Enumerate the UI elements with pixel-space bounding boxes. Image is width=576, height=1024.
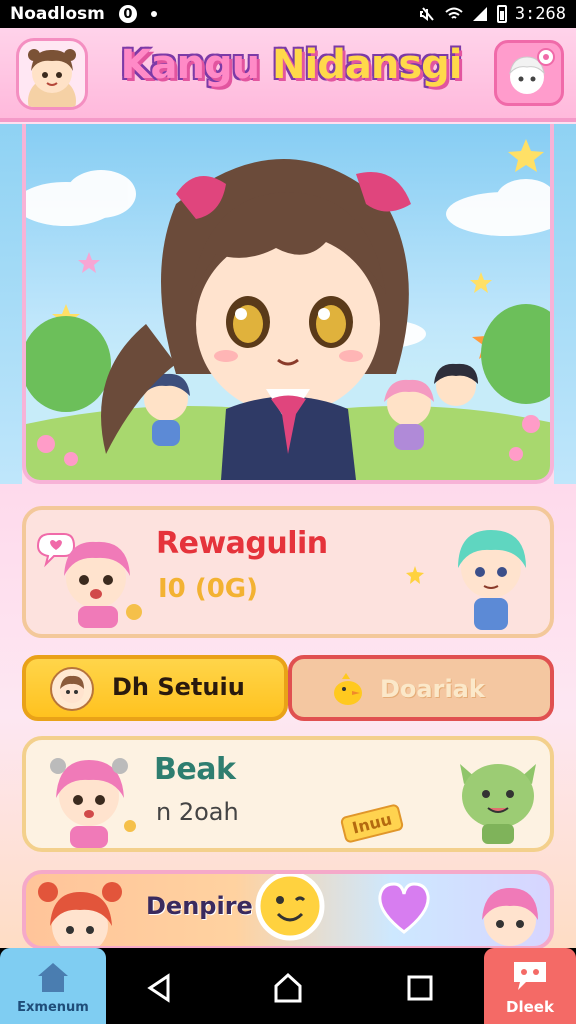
notification-dot-icon	[150, 11, 157, 17]
action-buttons: Dh Setuiu Doariak	[22, 655, 554, 721]
pink-girl-icon	[50, 758, 136, 848]
nav-home-label: Exmenum	[17, 1000, 89, 1015]
pink-girl-waving-icon	[36, 533, 142, 628]
red-hair-girl-icon	[38, 882, 122, 946]
boy-avatar-icon	[50, 667, 94, 711]
signal-icon	[472, 7, 487, 21]
reward-title: Rewagulin	[156, 526, 328, 561]
title-part-2: Nidansgi	[272, 42, 462, 88]
title-part-1: Kangu	[120, 42, 261, 88]
status-bar: Noadlosm 0 3:268	[0, 0, 576, 28]
bottom-card[interactable]: Denpire	[22, 870, 554, 950]
smiley-icon[interactable]	[254, 870, 326, 942]
status-carrier: Noadlosm	[10, 4, 105, 24]
hero-banner	[22, 124, 554, 484]
reward-card[interactable]: Rewagulin I0 (0G)	[22, 506, 554, 638]
teal-boy-icon	[458, 530, 526, 630]
settings-button[interactable]: Dh Setuiu	[22, 655, 288, 721]
hero-side-right	[554, 124, 576, 484]
bottom-title: Denpire	[146, 892, 253, 920]
status-badge: 0	[118, 5, 137, 23]
battery-icon	[496, 5, 507, 23]
status-time: 3:268	[514, 4, 566, 24]
home-icon	[38, 963, 68, 992]
break-subtitle: n 2oah	[156, 798, 239, 826]
hero-side-left	[0, 124, 22, 484]
break-title: Beak	[154, 752, 236, 787]
bottom-nav: Exmenum Dleek	[0, 948, 576, 1024]
nav-dleek-button[interactable]: Dleek	[484, 948, 576, 1024]
wifi-icon	[445, 7, 463, 19]
break-tag: Inuu	[339, 803, 405, 844]
nav-dleek-label: Dleek	[506, 998, 554, 1016]
mute-icon	[419, 7, 434, 21]
dark-mode-label: Doariak	[380, 675, 485, 703]
app-title: Kangu Nidansgi	[106, 42, 476, 88]
recents-icon[interactable]	[402, 970, 438, 1006]
break-card[interactable]: Beak n 2oah Inuu	[22, 736, 554, 852]
anime-girl-hero-scene	[26, 139, 550, 480]
app-header: Kangu Nidansgi	[0, 28, 576, 122]
home-system-icon[interactable]	[270, 970, 306, 1006]
settings-label: Dh Setuiu	[112, 673, 245, 701]
reward-subtitle: I0 (0G)	[158, 574, 259, 604]
star-icon	[406, 566, 424, 584]
girl-avatar-icon[interactable]	[16, 38, 88, 110]
back-icon[interactable]	[142, 970, 178, 1006]
nav-home-button[interactable]: Exmenum	[0, 948, 106, 1024]
chat-icon	[514, 962, 546, 990]
dark-mode-button[interactable]: Doariak	[288, 655, 554, 721]
heart-icon[interactable]	[374, 880, 434, 936]
green-creature-icon	[460, 764, 536, 844]
profile-icon[interactable]	[494, 40, 564, 106]
chick-icon	[334, 673, 362, 705]
pink-girl-small-icon	[482, 888, 538, 946]
